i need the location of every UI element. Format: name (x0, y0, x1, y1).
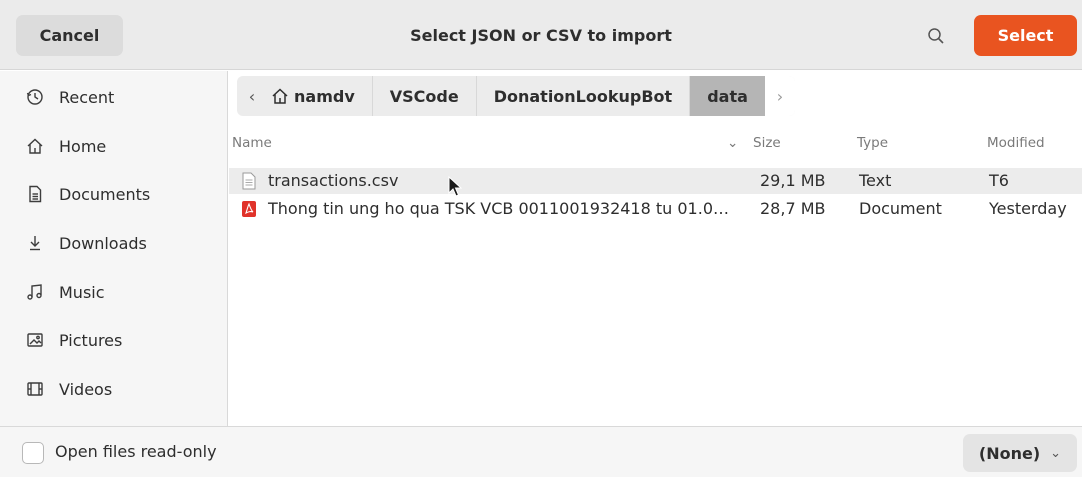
search-icon[interactable] (920, 20, 952, 52)
file-size: 28,7 MB (760, 199, 826, 218)
file-chooser-dialog: Cancel Select JSON or CSV to import Sele… (0, 0, 1082, 477)
breadcrumb-donationlookupbot[interactable]: DonationLookupBot (475, 76, 689, 116)
home-icon (26, 137, 44, 155)
breadcrumb-vscode[interactable]: VSCode (371, 76, 476, 116)
readonly-checkbox[interactable] (22, 442, 44, 464)
sidebar-item-home[interactable]: Home (0, 126, 227, 166)
file-size: 29,1 MB (760, 171, 826, 190)
sidebar-item-videos[interactable]: Videos (0, 369, 227, 409)
file-browser: ‹ namdv VSCode DonationLookupBot data › … (229, 71, 1082, 426)
picture-icon (26, 331, 44, 349)
document-icon (26, 185, 44, 203)
video-icon (26, 380, 44, 398)
select-button[interactable]: Select (974, 15, 1077, 56)
sidebar-item-pictures[interactable]: Pictures (0, 320, 227, 360)
breadcrumb-label: namdv (294, 86, 355, 106)
file-row[interactable]: Thong tin ung ho qua TSK VCB 00110019324… (229, 196, 1082, 222)
sidebar-item-label: Downloads (59, 233, 147, 253)
column-size[interactable]: Size (753, 135, 781, 151)
text-file-icon (242, 172, 256, 190)
column-modified[interactable]: Modified (987, 135, 1045, 151)
sort-chevron-icon[interactable]: ⌄ (727, 135, 738, 151)
file-type: Text (859, 171, 892, 190)
sidebar-item-label: Videos (59, 379, 113, 399)
file-modified: T6 (989, 171, 1009, 190)
filter-value: (None) (978, 443, 1041, 463)
clock-icon (26, 88, 44, 106)
file-name: transactions.csv (268, 171, 399, 190)
file-filter-dropdown[interactable]: (None) ⌄ (963, 434, 1077, 472)
sidebar-item-label: Music (59, 282, 105, 302)
sidebar-item-label: Documents (59, 184, 151, 204)
column-header: Name ⌄ Size Type Modified (229, 133, 1082, 157)
pdf-file-icon (242, 201, 256, 217)
cancel-button[interactable]: Cancel (16, 15, 123, 56)
sidebar-item-music[interactable]: Music (0, 272, 227, 312)
chevron-down-icon: ⌄ (1050, 445, 1062, 461)
path-bar: ‹ namdv VSCode DonationLookupBot data › (237, 76, 795, 116)
places-sidebar: Recent Home Documents Downloads Music Pi… (0, 71, 228, 426)
dialog-footer: Open files read-only (None) ⌄ (0, 426, 1082, 477)
sidebar-item-recent[interactable]: Recent (0, 77, 227, 117)
music-icon (26, 283, 44, 301)
sidebar-item-label: Recent (59, 87, 115, 107)
file-modified: Yesterday (989, 199, 1067, 218)
path-forward-button[interactable]: › (764, 76, 795, 116)
sidebar-item-documents[interactable]: Documents (0, 174, 227, 214)
breadcrumb-data[interactable]: data (689, 76, 765, 116)
mouse-pointer-icon (448, 176, 462, 197)
file-type: Document (859, 199, 942, 218)
readonly-label[interactable]: Open files read-only (55, 442, 217, 461)
column-name[interactable]: Name (232, 135, 272, 151)
sidebar-item-label: Home (59, 136, 107, 156)
sidebar-item-downloads[interactable]: Downloads (0, 223, 227, 263)
file-row[interactable]: transactions.csv 29,1 MB Text T6 (229, 168, 1082, 194)
column-type[interactable]: Type (857, 135, 888, 151)
home-icon (272, 88, 288, 104)
header-bar: Cancel Select JSON or CSV to import Sele… (0, 0, 1082, 70)
path-back-button[interactable]: ‹ (237, 76, 267, 116)
breadcrumb-namdv[interactable]: namdv (267, 76, 372, 116)
download-icon (26, 234, 44, 252)
sidebar-item-label: Pictures (59, 330, 123, 350)
file-name: Thong tin ung ho qua TSK VCB 00110019324… (268, 199, 729, 218)
